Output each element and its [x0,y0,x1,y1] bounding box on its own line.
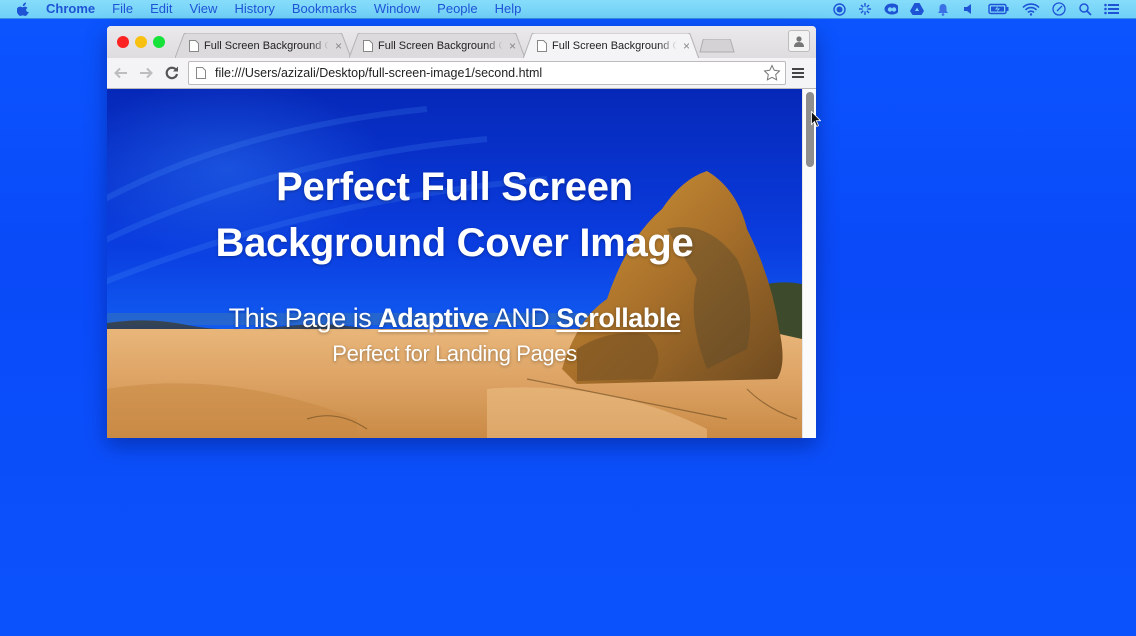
tab-title: Full Screen Background Cover Image [552,39,677,52]
menu-bar: Chrome File Edit View History Bookmarks … [0,0,1136,19]
menu-bookmarks[interactable]: Bookmarks [292,0,357,18]
status-menu-area [820,0,1120,18]
scrollable-text: Scrollable [556,303,681,333]
menu-history[interactable]: History [234,0,274,18]
browser-toolbar: file:///Users/azizali/Desktop/full-scree… [107,58,816,89]
minimize-window-button[interactable] [135,36,147,48]
apple-icon[interactable] [16,2,30,16]
notification-bell-icon[interactable] [936,2,950,16]
menu-edit[interactable]: Edit [150,0,172,18]
page-viewport: Perfect Full Screen Background Cover Ima… [107,89,816,438]
mouse-pointer-icon [811,111,821,127]
hero-background-image: Perfect Full Screen Background Cover Ima… [107,89,802,438]
close-tab-icon[interactable]: × [509,40,516,52]
page-icon [189,39,199,52]
menu-help[interactable]: Help [495,0,522,18]
adaptive-text: Adaptive [378,303,489,333]
address-bar[interactable]: file:///Users/azizali/Desktop/full-scree… [188,61,786,85]
wifi-icon[interactable] [1022,2,1040,16]
tab-title: Full Screen Background Cover Image [378,39,503,52]
notification-center-icon[interactable] [1104,2,1120,16]
close-tab-icon[interactable]: × [335,40,342,52]
forward-arrow-icon [140,67,153,79]
back-arrow-icon [114,67,127,79]
tab-3-active[interactable]: Full Screen Background Cover Image × [523,33,699,59]
window-controls [117,36,165,48]
menu-file[interactable]: File [112,0,133,18]
browser-window: Full Screen Background Cover Image × Ful… [107,26,816,438]
battery-icon[interactable] [988,2,1010,16]
tab-1[interactable]: Full Screen Background Cover Image × [175,33,351,58]
hero-heading-line-2: Background Cover Image [215,221,694,265]
url-text[interactable]: file:///Users/azizali/Desktop/full-scree… [215,66,542,80]
close-window-button[interactable] [117,36,129,48]
menu-people[interactable]: People [437,0,477,18]
page-icon [537,39,547,52]
volume-icon[interactable] [962,2,976,16]
tab-title: Full Screen Background Cover Image [204,39,329,52]
vertical-scrollbar[interactable] [802,89,816,438]
forward-button[interactable] [137,64,155,82]
hero-heading-line-1: Perfect Full Screen [276,165,633,209]
person-icon [794,36,804,47]
zoom-window-button[interactable] [153,36,165,48]
hero-tagline: Perfect for Landing Pages [332,341,577,366]
new-tab-button[interactable] [699,39,735,53]
menu-window[interactable]: Window [374,0,420,18]
reload-button[interactable] [163,64,181,82]
subheading-and: AND [488,303,557,333]
chrome-menu-icon[interactable] [791,66,805,80]
google-drive-icon[interactable] [910,2,924,16]
page-info-icon[interactable] [196,67,206,79]
page-icon [363,39,373,52]
tab-strip: Full Screen Background Cover Image × Ful… [107,26,816,59]
tab-2[interactable]: Full Screen Background Cover Image × [349,33,525,58]
brightness-icon[interactable] [858,2,872,16]
record-icon[interactable] [832,2,846,16]
reload-icon [165,66,179,80]
subheading-prefix: This Page is [228,303,379,333]
back-button[interactable] [112,64,130,82]
spotlight-search-icon[interactable] [1078,2,1092,16]
close-tab-icon[interactable]: × [683,40,690,52]
hero-subheading: This Page is Adaptive AND Scrollable [107,303,802,333]
menu-chrome[interactable]: Chrome [46,0,95,18]
clock-icon[interactable] [1052,2,1066,16]
scrollbar-thumb[interactable] [806,92,814,167]
creative-cloud-icon[interactable] [884,2,898,16]
menu-view[interactable]: View [189,0,217,18]
bookmark-star-icon[interactable] [763,64,781,82]
profile-button[interactable] [788,30,810,52]
